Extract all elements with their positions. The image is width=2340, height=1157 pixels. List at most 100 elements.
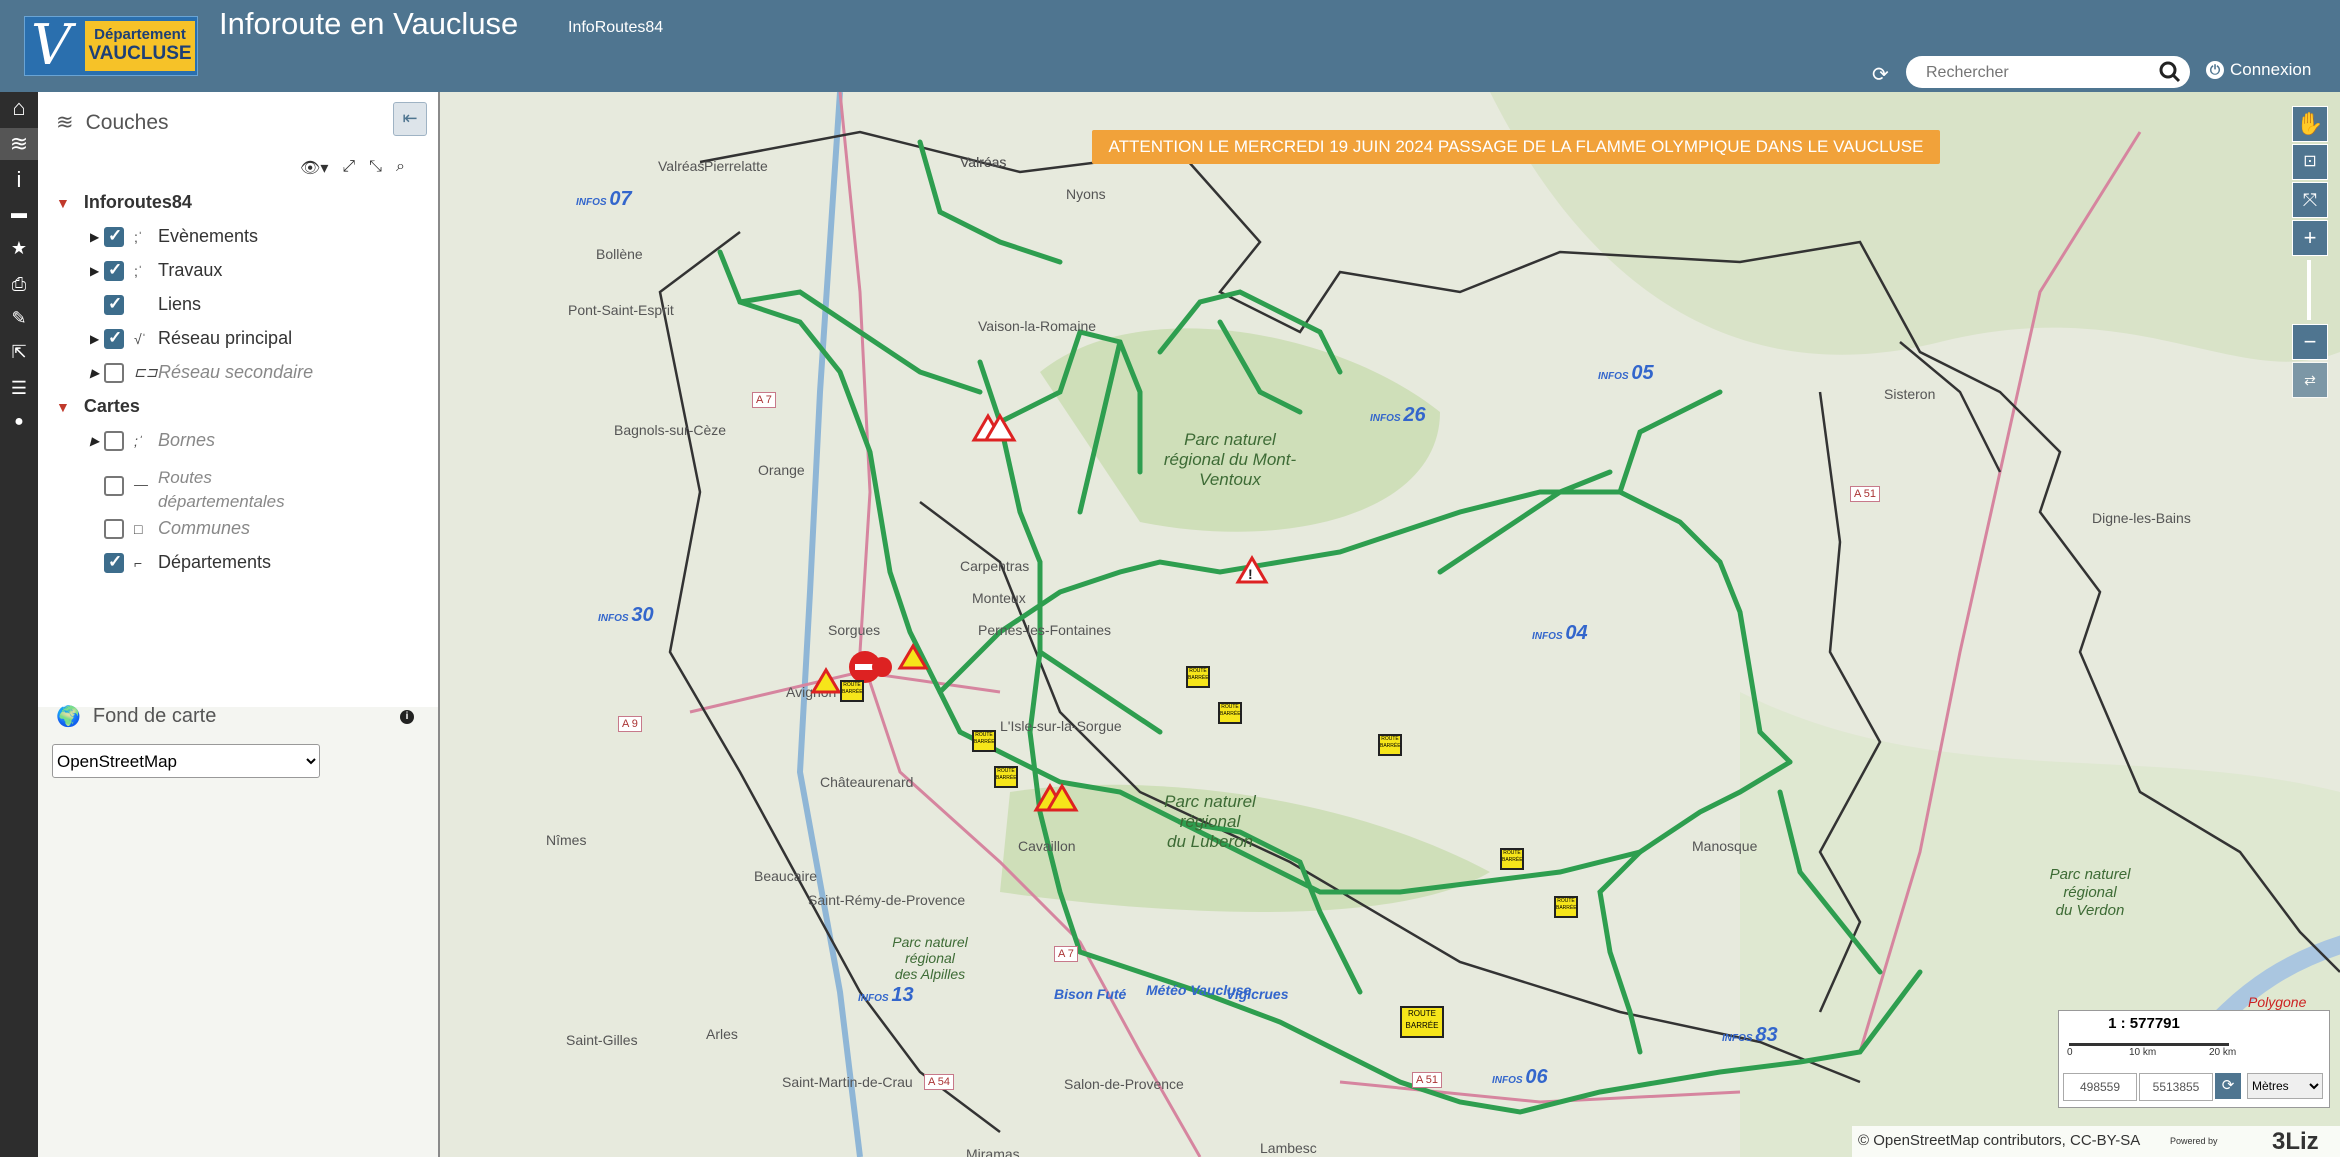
town-label: Avignon <box>786 684 837 700</box>
layer-label: Liens <box>158 294 202 314</box>
group-inforoutes84[interactable]: ▼ Inforoutes84 <box>56 192 192 213</box>
road-badge: A 54 <box>924 1074 955 1090</box>
route-barree-sign[interactable]: ROUTE BARRÉE <box>1400 1006 1444 1038</box>
group-cartes[interactable]: ▼ Cartes <box>56 396 140 417</box>
route-barree-sign[interactable]: ROUTE BARRÉE <box>1186 666 1210 688</box>
expand-triangle-icon[interactable]: ▶ <box>90 434 104 448</box>
infos-routes-label[interactable]: INFOS 83 <box>1722 1024 1778 1047</box>
town-label: Beaucaire <box>754 868 818 884</box>
refresh-icon[interactable]: ⟳ <box>1872 62 1889 87</box>
vigicrues-label[interactable]: Vigicrues <box>1226 986 1289 1002</box>
layer-row[interactable]: ▶ ;ˈ Evènements <box>90 226 258 247</box>
town-label: Saint-Gilles <box>566 1032 638 1048</box>
town-label: Nîmes <box>546 832 587 848</box>
bison-fute-label[interactable]: Bison Futé <box>1054 986 1126 1002</box>
info-icon[interactable]: i <box>0 164 38 196</box>
login-button[interactable]: ⏻ Connexion <box>2206 60 2311 80</box>
line-symbol-icon: — <box>134 476 148 492</box>
globe-icon[interactable]: ● <box>0 406 38 438</box>
layer-checkbox[interactable] <box>104 362 124 383</box>
expand-triangle-icon[interactable]: ▶ <box>90 332 104 346</box>
previous-extent-icon[interactable]: ⇄ <box>2292 362 2328 398</box>
search-icon[interactable] <box>2158 60 2182 84</box>
park-label: Parc naturel régional du Verdon <box>2049 866 2131 919</box>
search-input[interactable] <box>1924 61 2158 85</box>
zoom-layer-icon[interactable]: ⌕ <box>396 158 405 178</box>
expand-arrow-icon[interactable]: ▼ <box>56 399 70 415</box>
collapse-panel-button[interactable]: ⇤ <box>393 102 427 136</box>
infos-routes-label[interactable]: INFOS 26 <box>1370 404 1426 427</box>
expand-icon[interactable]: ⤢ <box>342 158 355 178</box>
3liz-logo[interactable]: 3Liz <box>2272 1128 2319 1156</box>
road-badge: A 9 <box>618 716 642 732</box>
zoom-in-icon[interactable]: + <box>2292 220 2328 256</box>
park-label: Parc naturel régional du Mont- Ventoux <box>1163 430 1297 489</box>
route-barree-sign[interactable]: ROUTE BARRÉE <box>1378 734 1402 756</box>
infos-routes-label[interactable]: INFOS 04 <box>1532 622 1588 645</box>
map-canvas[interactable]: Valréas Valréas Valréas Pierrelatte Nyon… <box>440 92 2340 1157</box>
infos-routes-label[interactable]: INFOS 05 <box>1598 362 1654 385</box>
basemap-select[interactable]: OpenStreetMap <box>52 744 320 778</box>
left-menu-bar: ⌂ ≋ i ▬ ★ ⎙ ✎ ⇱ ☰ ● <box>0 92 38 1157</box>
logo-line1: Département <box>94 26 186 43</box>
attribution-text[interactable]: © OpenStreetMap contributors, CC-BY-SA <box>1858 1132 2140 1149</box>
share-icon[interactable]: ⇱ <box>0 336 38 368</box>
layer-checkbox[interactable] <box>104 518 124 539</box>
expand-triangle-icon[interactable]: ▶ <box>90 264 104 278</box>
infos-routes-label[interactable]: INFOS 30 <box>598 604 654 627</box>
home-icon[interactable]: ⌂ <box>0 92 38 124</box>
layer-checkbox[interactable] <box>104 476 124 496</box>
town-label: Arles <box>706 1026 738 1042</box>
layer-row[interactable]: ▶ √ˈ Réseau principal <box>90 328 292 349</box>
layers-icon[interactable]: ≋ <box>0 128 38 160</box>
layer-row[interactable]: Liens <box>90 294 201 315</box>
refresh-coords-icon[interactable]: ⟳ <box>2215 1073 2241 1099</box>
pan-icon[interactable]: ✋ <box>2292 106 2328 142</box>
zoom-out-icon[interactable]: − <box>2292 324 2328 360</box>
town-label: Cavaillon <box>1018 838 1076 854</box>
route-barree-sign[interactable]: ROUTE BARRÉE <box>840 680 864 702</box>
list-icon[interactable]: ☰ <box>0 372 38 404</box>
expand-arrow-icon[interactable]: ▼ <box>56 195 70 211</box>
info-icon[interactable]: i <box>400 710 414 724</box>
measure-icon[interactable]: ✎ <box>0 302 38 334</box>
road-badge: A 51 <box>1850 486 1881 502</box>
vaucluse-logo[interactable]: V Département VAUCLUSE <box>24 16 198 76</box>
route-barree-sign[interactable]: ROUTE BARRÉE <box>994 766 1018 788</box>
layer-checkbox[interactable] <box>104 260 124 281</box>
expand-triangle-icon[interactable]: ▶ <box>90 366 104 380</box>
expand-triangle-icon[interactable]: ▶ <box>90 230 104 244</box>
infos-routes-label[interactable]: INFOS 07 <box>576 188 632 211</box>
full-extent-icon[interactable]: ⤧ <box>2292 182 2328 218</box>
comment-icon[interactable]: ▬ <box>0 198 38 230</box>
scale-tick: 0 <box>2067 1047 2073 1058</box>
layer-checkbox[interactable] <box>104 430 124 451</box>
infos-routes-label[interactable]: INFOS 13 <box>858 984 914 1007</box>
route-barree-sign[interactable]: ROUTE BARRÉE <box>1500 848 1524 870</box>
layer-label: Evènements <box>158 226 259 246</box>
layer-row[interactable]: □ Communes <box>90 518 250 539</box>
collapse-icon[interactable]: ⤡ <box>369 158 382 178</box>
layer-row[interactable]: — Routes départementales <box>90 466 285 514</box>
route-barree-sign[interactable]: ROUTE BARRÉE <box>1554 896 1578 918</box>
layer-row[interactable]: ▶ ;ˈ Travaux <box>90 260 222 281</box>
zoom-slider[interactable] <box>2307 260 2311 320</box>
star-icon[interactable]: ★ <box>0 232 38 264</box>
panel-header: ≋ Couches <box>56 110 169 135</box>
layer-checkbox[interactable] <box>104 226 124 247</box>
infos-routes-label[interactable]: INFOS 06 <box>1492 1066 1548 1089</box>
visibility-icon[interactable]: 👁▾ <box>300 158 328 178</box>
route-barree-sign[interactable]: ROUTE BARRÉE <box>1218 702 1242 724</box>
search-box[interactable] <box>1906 56 2190 88</box>
layer-row[interactable]: ⌐ Départements <box>90 552 271 573</box>
unit-select[interactable]: Mètres <box>2247 1073 2323 1099</box>
layer-checkbox[interactable] <box>104 328 124 349</box>
route-barree-sign[interactable]: ROUTE BARRÉE <box>972 730 996 752</box>
layer-checkbox[interactable] <box>104 294 124 315</box>
layer-checkbox[interactable] <box>104 552 124 573</box>
layer-row[interactable]: ▶ ;ˈ Bornes <box>90 430 215 451</box>
print-icon[interactable]: ⎙ <box>0 268 38 300</box>
coord-x: 498559 <box>2063 1073 2137 1101</box>
zoom-box-icon[interactable]: ⊡ <box>2292 144 2328 180</box>
layer-row[interactable]: ▶ ⊏⊐ Réseau secondaire <box>90 362 313 383</box>
